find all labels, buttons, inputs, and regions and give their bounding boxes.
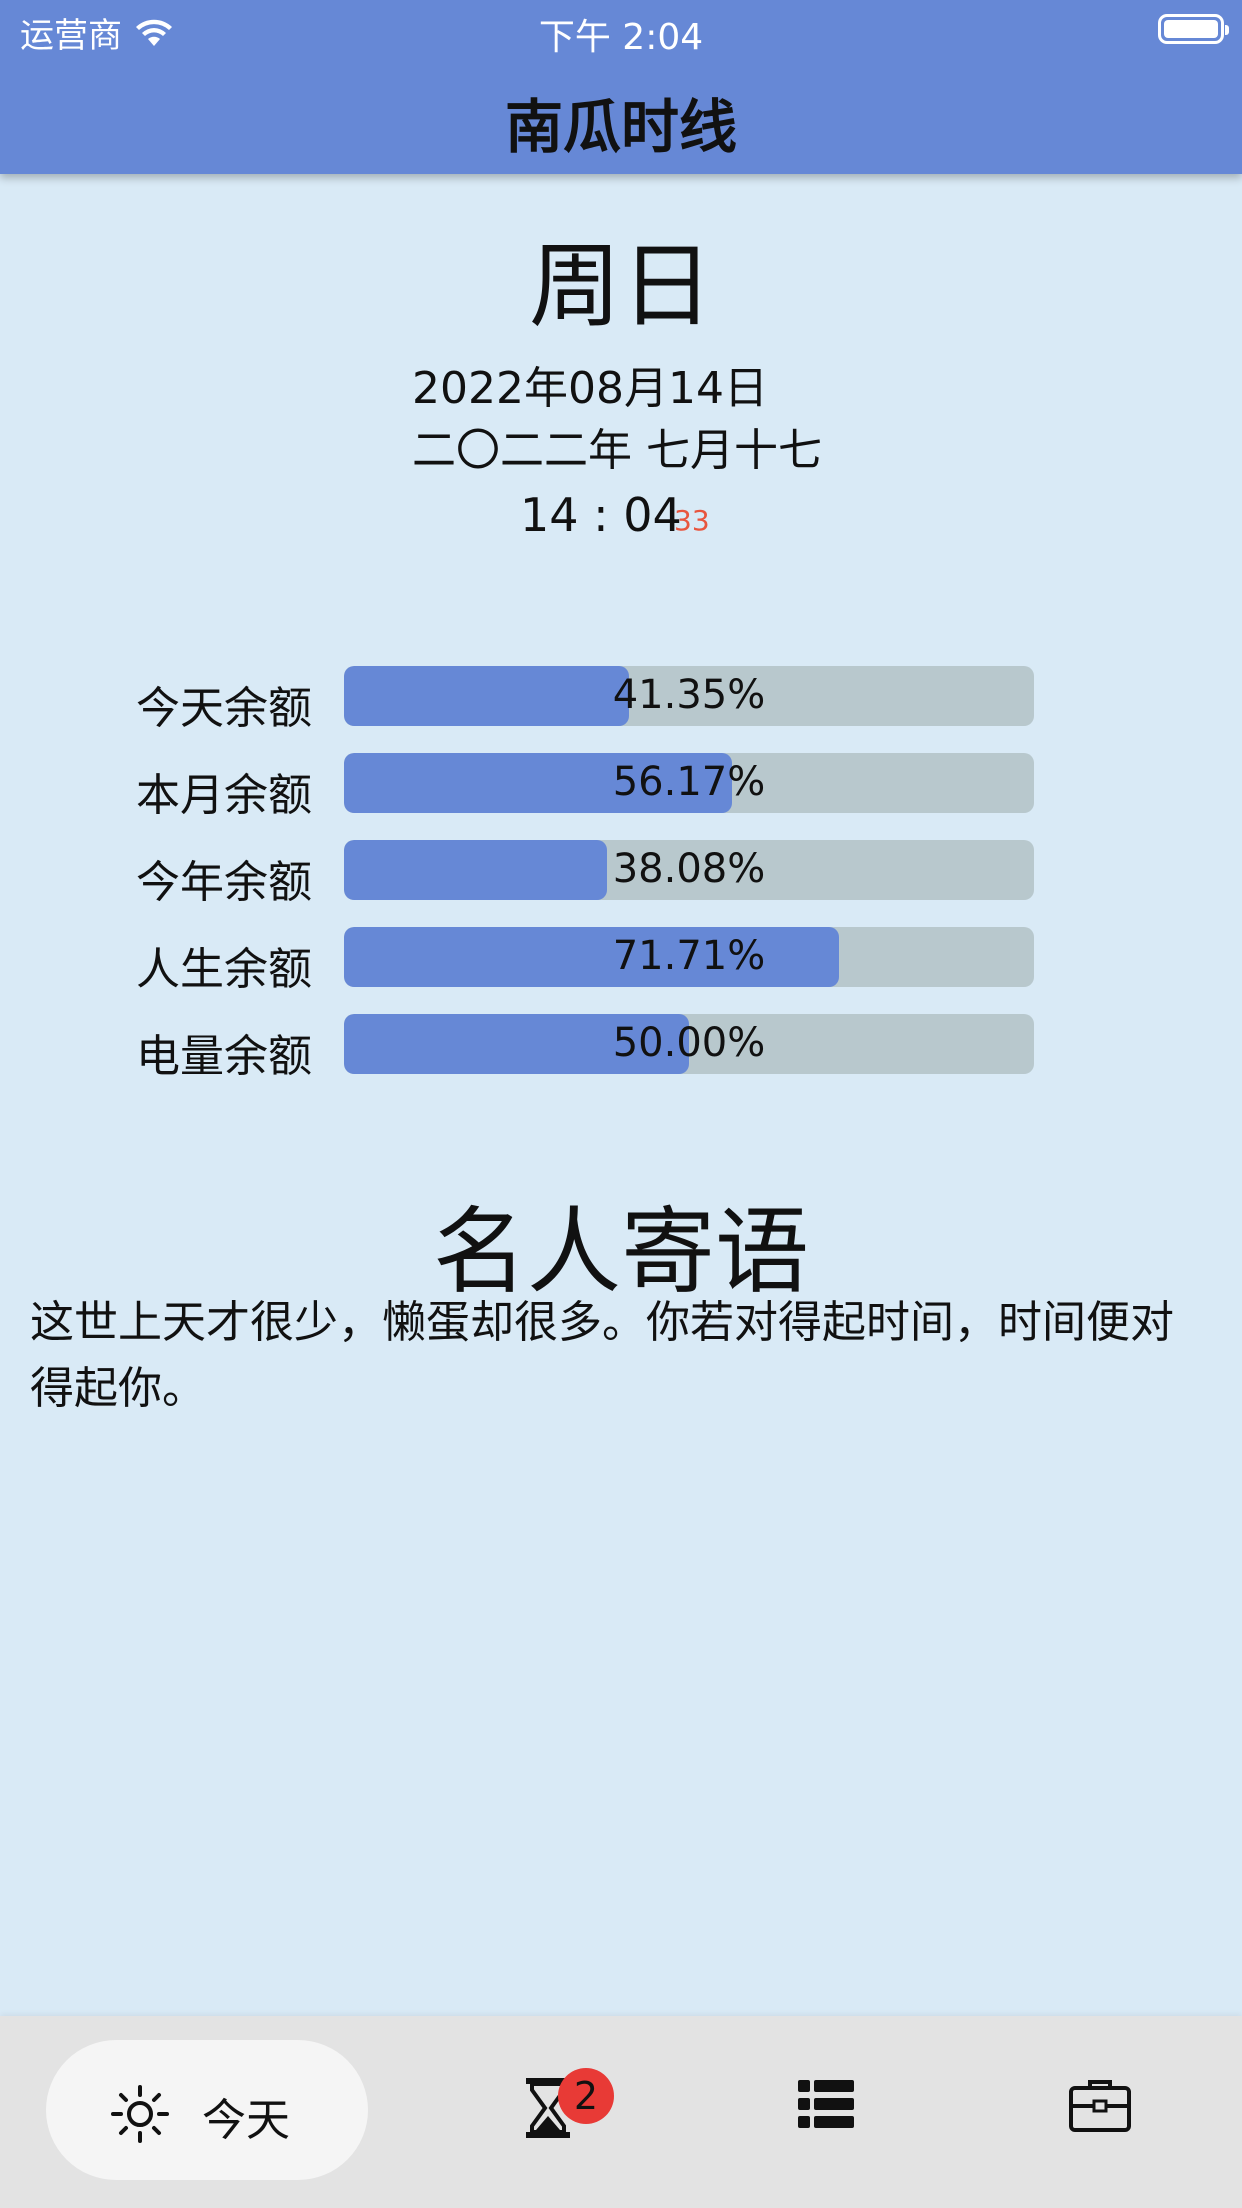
- tab-today-label: 今天: [202, 2095, 290, 2146]
- status-time: 下午 2:04: [538, 17, 704, 58]
- briefcase-icon: [1069, 2080, 1131, 2132]
- list-icon: [798, 2080, 854, 2128]
- app-header: 运营商 下午 2:04 南瓜时线: [0, 0, 1242, 174]
- page-title: 南瓜时线: [504, 93, 737, 161]
- progress-bar: 71.71%: [344, 927, 1034, 987]
- tab-list[interactable]: [796, 2076, 856, 2136]
- quote-text: 这世上天才很少，懒蛋却很多。你若对得起时间，时间便对得起你。: [30, 1297, 1174, 1414]
- progress-row-day: 今天余额 41.35%: [0, 666, 1242, 734]
- notification-badge: 2: [558, 2068, 614, 2124]
- clock-time: 14 : 04: [520, 488, 682, 542]
- tab-today[interactable]: 今天: [46, 2040, 368, 2180]
- progress-row-month: 本月余额 56.17%: [0, 753, 1242, 821]
- progress-bar: 38.08%: [344, 840, 1034, 900]
- progress-bar: 56.17%: [344, 753, 1034, 813]
- progress-label: 今天余额: [136, 683, 312, 734]
- clock-seconds: 33: [674, 504, 710, 537]
- progress-value: 38.08%: [612, 846, 766, 892]
- progress-row-battery: 电量余额 50.00%: [0, 1014, 1242, 1082]
- tab-tools[interactable]: [1068, 2076, 1132, 2138]
- lunar-date: 二〇二二年 七月十七: [412, 425, 822, 476]
- tab-bar: 今天 2: [0, 2016, 1242, 2208]
- progress-row-year: 今年余额 38.08%: [0, 840, 1242, 908]
- progress-label: 本月余额: [136, 770, 312, 821]
- progress-row-life: 人生余额 71.71%: [0, 927, 1242, 995]
- progress-label: 电量余额: [136, 1031, 312, 1082]
- progress-value: 41.35%: [612, 672, 766, 718]
- progress-label: 人生余额: [136, 944, 312, 995]
- progress-label: 今年余额: [136, 857, 312, 908]
- battery-icon: [1158, 14, 1229, 44]
- sun-icon: [111, 2085, 169, 2143]
- progress-bar: 50.00%: [344, 1014, 1034, 1074]
- progress-value: 71.71%: [612, 933, 766, 979]
- progress-value: 56.17%: [612, 759, 766, 805]
- weekday: 周日: [528, 233, 713, 340]
- progress-bar: 41.35%: [344, 666, 1034, 726]
- progress-value: 50.00%: [612, 1020, 766, 1066]
- gregorian-date: 2022年08月14日: [412, 363, 768, 414]
